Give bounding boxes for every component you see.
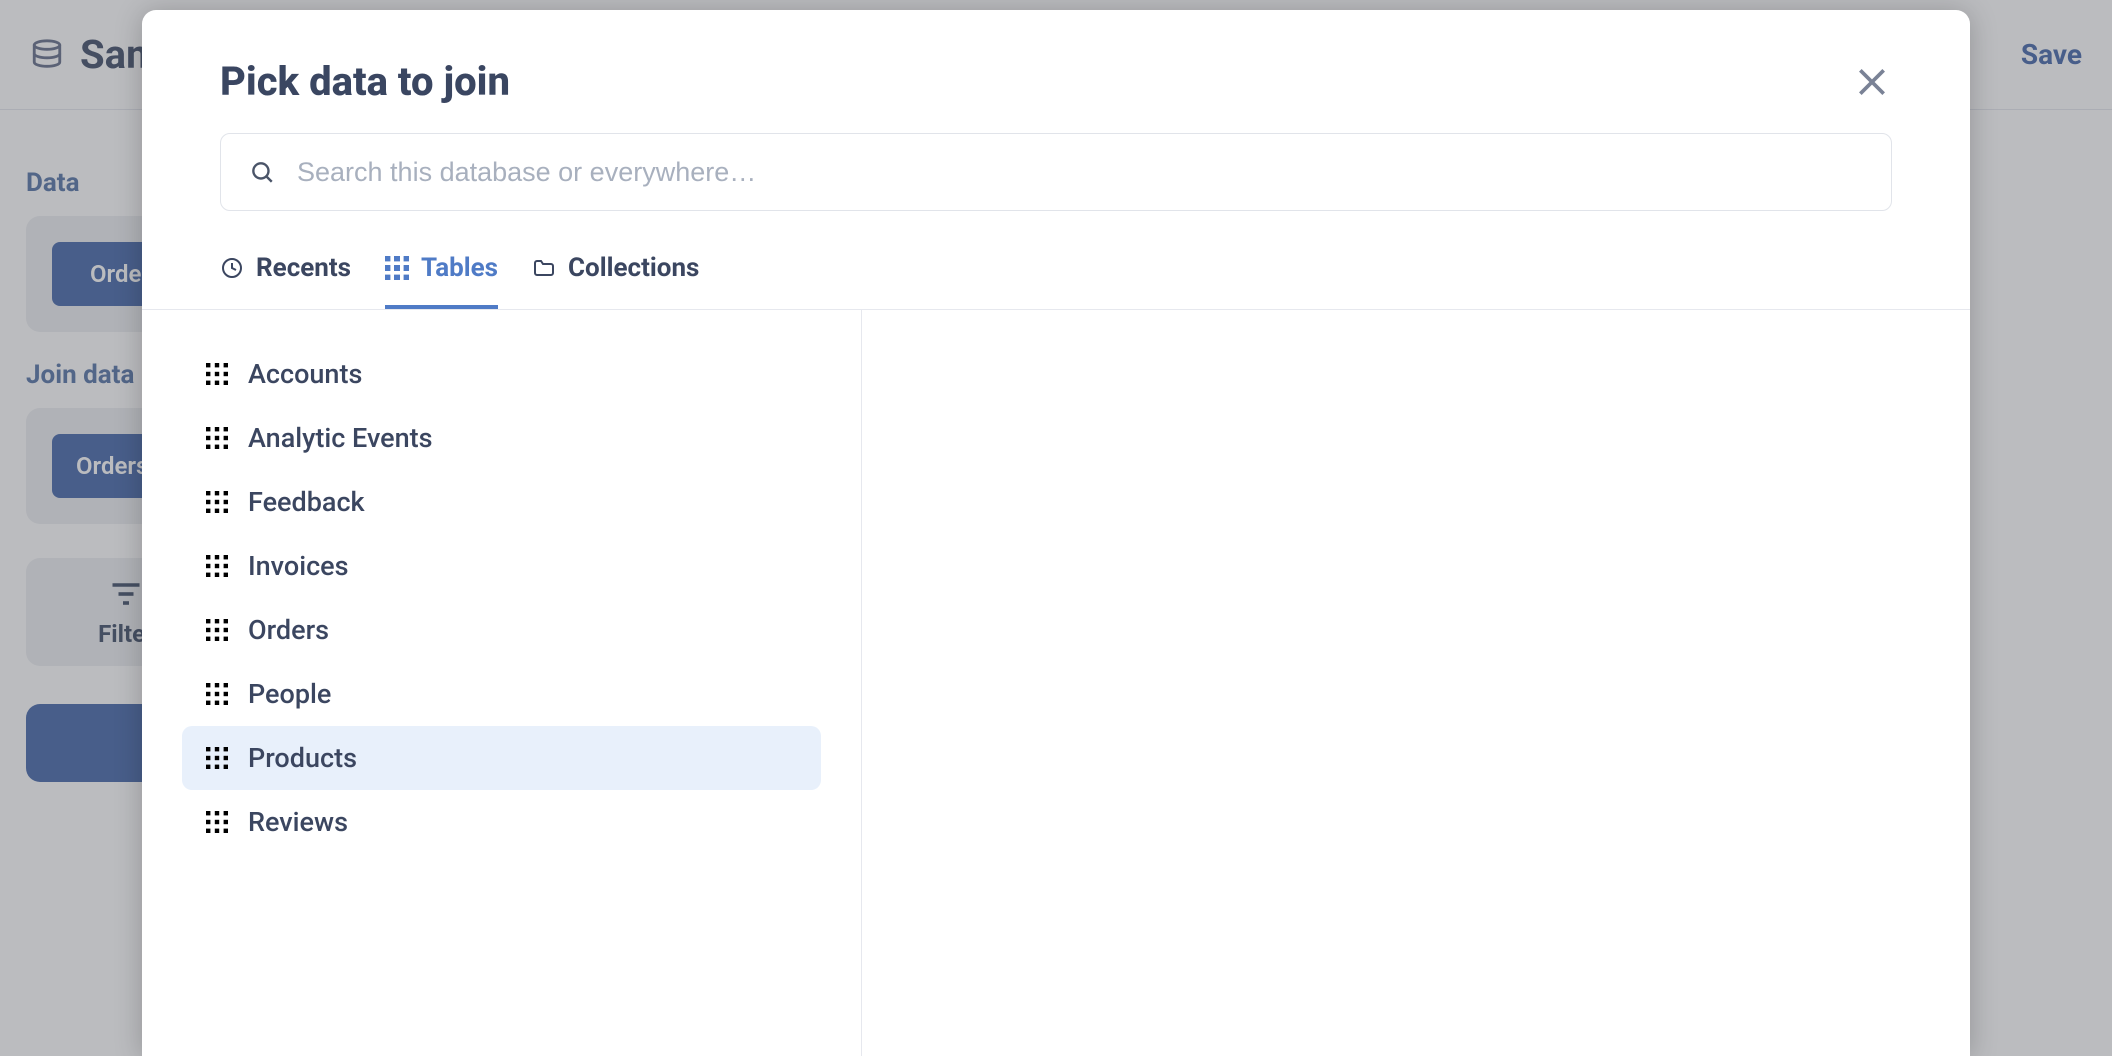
search-wrap xyxy=(142,133,1970,235)
table-icon xyxy=(206,747,228,769)
table-item-label: Products xyxy=(248,742,357,774)
tab-collections-label: Collections xyxy=(568,253,699,283)
table-icon xyxy=(206,811,228,833)
table-item-label: Analytic Events xyxy=(248,422,433,454)
table-item[interactable]: Orders xyxy=(182,598,821,662)
table-item-label: Feedback xyxy=(248,486,365,518)
table-icon xyxy=(206,363,228,385)
table-icon xyxy=(206,555,228,577)
tab-collections[interactable]: Collections xyxy=(532,253,699,309)
table-item[interactable]: Invoices xyxy=(182,534,821,598)
preview-pane xyxy=(862,310,1970,1056)
data-picker-modal: Pick data to join Recents Tables xyxy=(142,10,1970,1056)
table-item-label: Orders xyxy=(248,614,329,646)
table-item[interactable]: Feedback xyxy=(182,470,821,534)
tab-tables[interactable]: Tables xyxy=(385,253,498,309)
table-item-label: Accounts xyxy=(248,358,362,390)
modal-body: Accounts Analytic Events Feedback Invoices O… xyxy=(142,310,1970,1056)
table-icon xyxy=(206,683,228,705)
table-item[interactable]: Products xyxy=(182,726,821,790)
search-box[interactable] xyxy=(220,133,1892,211)
tab-recents[interactable]: Recents xyxy=(220,253,351,309)
table-icon xyxy=(206,427,228,449)
table-icon xyxy=(385,256,409,280)
modal-header: Pick data to join xyxy=(142,10,1970,133)
clock-icon xyxy=(220,256,244,280)
table-item-label: Invoices xyxy=(248,550,349,582)
search-input[interactable] xyxy=(297,157,1863,188)
table-item[interactable]: Reviews xyxy=(182,790,821,854)
table-list: Accounts Analytic Events Feedback Invoices O… xyxy=(142,310,862,1056)
table-item[interactable]: Analytic Events xyxy=(182,406,821,470)
folder-icon xyxy=(532,256,556,280)
tab-tables-label: Tables xyxy=(421,253,498,283)
table-icon xyxy=(206,619,228,641)
modal-tabs: Recents Tables Collections xyxy=(142,235,1970,310)
table-icon xyxy=(206,491,228,513)
tab-recents-label: Recents xyxy=(256,253,351,283)
table-item[interactable]: People xyxy=(182,662,821,726)
table-item[interactable]: Accounts xyxy=(182,342,821,406)
table-item-label: People xyxy=(248,678,331,710)
search-icon xyxy=(249,159,275,185)
modal-title: Pick data to join xyxy=(220,58,510,105)
close-icon[interactable] xyxy=(1852,62,1892,102)
table-item-label: Reviews xyxy=(248,806,348,838)
